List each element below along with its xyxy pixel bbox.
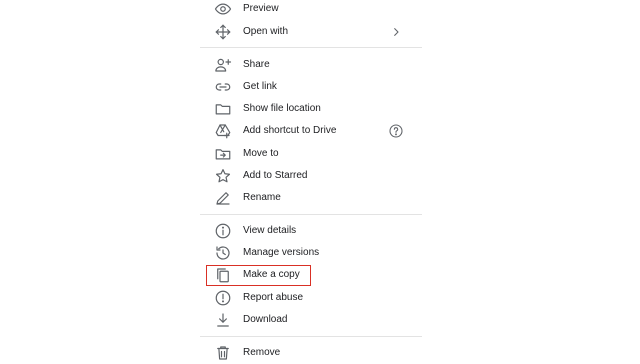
eye-icon bbox=[214, 0, 232, 18]
history-icon bbox=[214, 244, 232, 262]
menu-item-show-file-location[interactable]: Show file location bbox=[200, 98, 422, 120]
folder-move-icon bbox=[214, 145, 232, 163]
menu-item-label: Show file location bbox=[243, 103, 321, 114]
menu-item-label: Share bbox=[243, 59, 270, 70]
menu-item-label: Move to bbox=[243, 148, 279, 159]
menu-item-label: Preview bbox=[243, 3, 279, 14]
menu-item-preview[interactable]: Preview bbox=[200, 0, 422, 20]
menu-item-manage-versions[interactable]: Manage versions bbox=[200, 242, 422, 264]
help-circle-icon[interactable] bbox=[388, 123, 404, 139]
menu-item-move-to[interactable]: Move to bbox=[200, 143, 422, 165]
menu-item-make-a-copy[interactable]: Make a copy bbox=[200, 264, 422, 286]
menu-item-label: Open with bbox=[243, 26, 289, 37]
menu-divider bbox=[200, 214, 422, 215]
context-menu: Preview Open with Share Get link Show fi… bbox=[200, 0, 422, 360]
menu-item-report-abuse[interactable]: Report abuse bbox=[200, 287, 422, 309]
drive-add-icon bbox=[214, 122, 232, 140]
chevron-right-icon bbox=[388, 24, 404, 40]
menu-item-label: Get link bbox=[243, 81, 277, 92]
menu-item-add-shortcut[interactable]: Add shortcut to Drive bbox=[200, 120, 422, 142]
info-icon bbox=[214, 222, 232, 240]
star-icon bbox=[214, 167, 232, 185]
menu-item-rename[interactable]: Rename bbox=[200, 187, 422, 209]
copy-icon bbox=[214, 266, 232, 284]
menu-item-remove[interactable]: Remove bbox=[200, 342, 422, 364]
menu-item-label: Add shortcut to Drive bbox=[243, 125, 337, 136]
menu-item-label: Remove bbox=[243, 347, 281, 358]
menu-item-label: View details bbox=[243, 225, 297, 236]
report-icon bbox=[214, 289, 232, 307]
menu-item-label: Manage versions bbox=[243, 247, 320, 258]
folder-icon bbox=[214, 100, 232, 118]
menu-divider bbox=[200, 336, 422, 337]
link-icon bbox=[214, 78, 232, 96]
pencil-icon bbox=[214, 189, 232, 207]
menu-item-label: Report abuse bbox=[243, 292, 304, 303]
person-add-icon bbox=[214, 56, 232, 74]
menu-item-label: Make a copy bbox=[243, 269, 300, 280]
menu-item-view-details[interactable]: View details bbox=[200, 220, 422, 242]
menu-item-download[interactable]: Download bbox=[200, 309, 422, 331]
menu-item-open-with[interactable]: Open with bbox=[200, 21, 422, 43]
download-icon bbox=[214, 311, 232, 329]
trash-icon bbox=[214, 344, 232, 362]
menu-item-label: Add to Starred bbox=[243, 170, 308, 181]
menu-divider bbox=[200, 47, 422, 48]
menu-item-add-to-starred[interactable]: Add to Starred bbox=[200, 165, 422, 187]
menu-item-share[interactable]: Share bbox=[200, 54, 422, 76]
move-arrows-icon bbox=[214, 23, 232, 41]
menu-item-label: Download bbox=[243, 314, 288, 325]
menu-item-get-link[interactable]: Get link bbox=[200, 76, 422, 98]
menu-item-label: Rename bbox=[243, 192, 281, 203]
